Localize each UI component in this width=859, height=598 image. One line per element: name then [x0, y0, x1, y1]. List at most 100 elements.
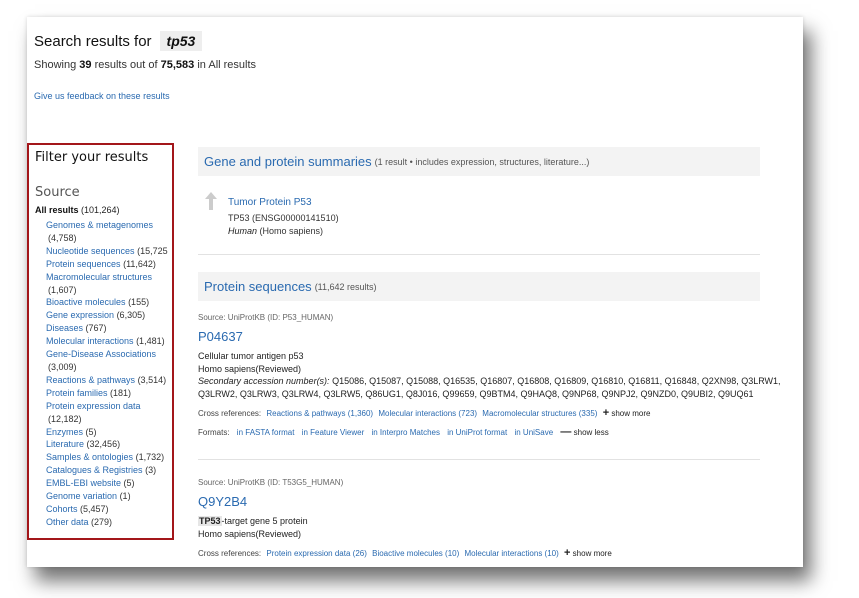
cross-ref-link[interactable]: Molecular interactions (10) [465, 549, 559, 558]
facet-label[interactable]: Genomes & metagenomes [46, 220, 153, 230]
facet-count: (6,305) [116, 310, 146, 321]
facet-label[interactable]: Gene-Disease Associations [46, 349, 156, 359]
protein-organism: Homo sapiens(Reviewed) [198, 528, 302, 539]
facet-item[interactable]: Molecular interactions (1,481) [46, 335, 172, 348]
facet-item[interactable]: Other data (279) [46, 516, 172, 529]
facet-item[interactable]: Macromolecular structures (1,607) [46, 271, 172, 297]
facet-label[interactable]: Molecular interactions [46, 336, 134, 346]
secondary-line-1: Q15086, Q15087, Q15088, Q16535, Q16807, … [332, 376, 781, 386]
format-link[interactable]: in UniSave [514, 428, 553, 437]
facet-label[interactable]: Protein sequences [46, 259, 121, 269]
cross-ref-label: Cross references: [198, 549, 262, 558]
facet-label[interactable]: Other data [46, 517, 89, 527]
facet-label[interactable]: Cohorts [46, 504, 78, 514]
facet-item[interactable]: Enzymes (5) [46, 426, 172, 439]
facet-item[interactable]: Nucleotide sequences (15,725 [46, 245, 172, 258]
cross-ref-link[interactable]: Bioactive molecules (10) [372, 549, 459, 558]
protein-section-title[interactable]: Protein sequences [204, 279, 312, 294]
search-heading-label: Search results for [34, 32, 152, 50]
facet-item[interactable]: Gene-Disease Associations (3,009) [46, 348, 172, 374]
facet-label[interactable]: Bioactive molecules [46, 297, 126, 307]
facet-item[interactable]: Protein sequences (11,642) [46, 258, 172, 271]
facet-item[interactable]: Bioactive molecules (155) [46, 296, 172, 309]
accession-link[interactable]: P04637 [198, 329, 760, 344]
result-count: 39 [79, 59, 92, 71]
cross-ref-label: Cross references: [198, 409, 262, 418]
format-link[interactable]: in UniProt format [447, 428, 507, 437]
facet-item[interactable]: Cohorts (5,457) [46, 503, 172, 516]
facet-count: (11,642) [123, 258, 156, 269]
facet-item[interactable]: Samples & ontologies (1,732) [46, 451, 172, 464]
facet-item[interactable]: Catalogues & Registries (3) [46, 464, 172, 477]
facet-label[interactable]: Reactions & pathways [46, 375, 135, 385]
protein-name-rest: -target gene 5 protein [221, 516, 308, 526]
facet-count: (1,732) [135, 452, 165, 463]
facet-label[interactable]: Diseases [46, 323, 83, 333]
filter-panel: Filter your results Source All results (… [27, 143, 174, 540]
facet-item[interactable]: Diseases (767) [46, 322, 172, 335]
accession-link[interactable]: Q9Y2B4 [198, 494, 760, 509]
facet-count: (3,514) [137, 374, 167, 385]
format-link[interactable]: in FASTA format [237, 428, 295, 437]
source-title: Source [35, 185, 80, 200]
protein-section-subtitle: (11,642 results) [314, 281, 377, 292]
feedback-link[interactable]: Give us feedback on these results [34, 91, 170, 101]
facet-label[interactable]: EMBL-EBI website [46, 478, 121, 488]
format-link[interactable]: in Feature Viewer [302, 428, 365, 437]
cross-ref-link[interactable]: Protein expression data (26) [266, 549, 367, 558]
gene-species: Human (Homo sapiens) [228, 226, 339, 236]
secondary-label: Secondary accession number(s): [198, 376, 330, 386]
facet-count: (279) [91, 516, 113, 527]
facet-item[interactable]: EMBL-EBI website (5) [46, 477, 172, 490]
cross-ref-link[interactable]: Macromolecular structures (335) [482, 409, 597, 418]
cross-ref-link[interactable]: Reactions & pathways (1,360) [266, 409, 373, 418]
facet-count: (1) [119, 491, 131, 502]
search-term-badge: tp53 [159, 31, 203, 51]
gene-section-title[interactable]: Gene and protein summaries [204, 154, 372, 169]
facet-item[interactable]: Protein expression data (12,182) [46, 400, 172, 426]
facet-item[interactable]: Literature (32,456) [46, 438, 172, 451]
facet-label[interactable]: Protein families [46, 388, 108, 398]
result-source: Source: UniProtKB (ID: T53G5_HUMAN) [198, 478, 344, 487]
facet-label[interactable]: Protein expression data [46, 401, 141, 411]
facet-count: (15,725 [137, 245, 168, 256]
facet-item[interactable]: Protein families (181) [46, 387, 172, 400]
format-link[interactable]: in Interpro Matches [371, 428, 439, 437]
search-term-highlight: TP53 [198, 516, 222, 526]
cross-references: Cross references: Reactions & pathways (… [198, 407, 760, 419]
facet-count: (1,607) [48, 284, 77, 295]
facet-label[interactable]: Literature [46, 439, 84, 449]
result-source: Source: UniProtKB (ID: P53_HUMAN) [198, 313, 334, 322]
gene-id: TP53 (ENSG00000141510) [228, 213, 339, 223]
facet-label[interactable]: Catalogues & Registries [46, 465, 143, 475]
gene-name-link[interactable]: Tumor Protein P53 [228, 197, 312, 208]
show-more-button[interactable]: + show more [603, 407, 651, 419]
facet-label[interactable]: Samples & ontologies [46, 452, 133, 462]
gene-section-header: Gene and protein summaries (1 result • i… [198, 147, 760, 176]
facet-label[interactable]: Gene expression [46, 310, 114, 320]
facet-all-results[interactable]: All results (101,264) [35, 205, 172, 215]
showing-suffix: in All results [197, 59, 257, 71]
facet-count: (4,758) [48, 232, 77, 243]
cross-references: Cross references: Protein expression dat… [198, 547, 760, 559]
filter-title: Filter your results [35, 150, 149, 165]
facet-item[interactable]: Gene expression (6,305) [46, 309, 172, 322]
formats-row: Formats: in FASTA format in Feature View… [198, 426, 760, 438]
showing-prefix: Showing [34, 59, 77, 71]
facet-label[interactable]: Nucleotide sequences [46, 246, 135, 256]
show-more-button[interactable]: + show more [564, 547, 612, 559]
facet-label[interactable]: Enzymes [46, 427, 83, 437]
facet-count: (5) [85, 426, 97, 437]
search-heading: Search results for tp53 [34, 31, 203, 51]
cross-ref-link[interactable]: Molecular interactions (723) [378, 409, 477, 418]
total-count: 75,583 [160, 59, 195, 71]
facet-count: (767) [85, 323, 107, 334]
show-more-label: show more [611, 409, 651, 418]
facet-item[interactable]: Genomes & metagenomes (4,758) [46, 219, 172, 245]
facet-item[interactable]: Genome variation (1) [46, 490, 172, 503]
facet-label[interactable]: Genome variation [46, 491, 117, 501]
show-less-button[interactable]: — show less [560, 426, 608, 438]
facet-label[interactable]: Macromolecular structures [46, 272, 152, 282]
showing-mid: results out of [94, 59, 158, 71]
facet-item[interactable]: Reactions & pathways (3,514) [46, 374, 172, 387]
